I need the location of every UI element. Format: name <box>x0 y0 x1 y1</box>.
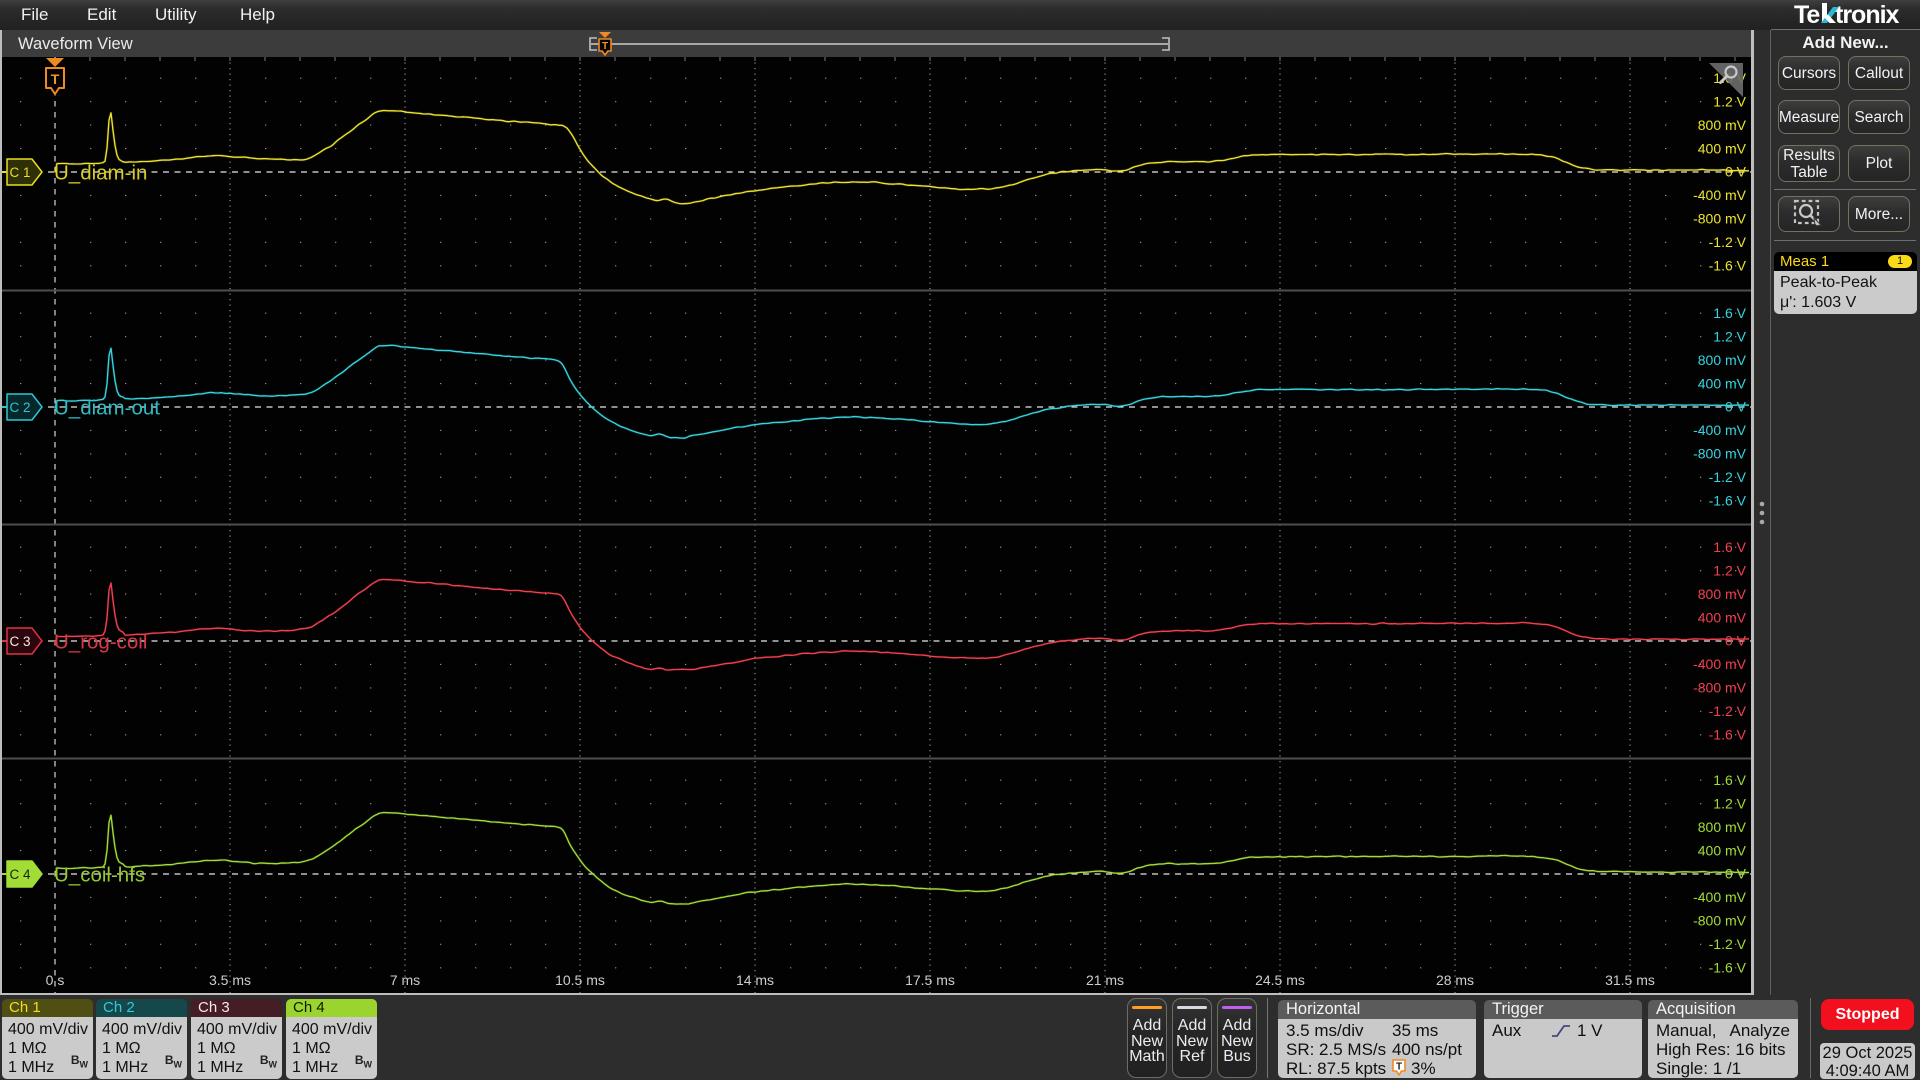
svg-text:-1.2 V: -1.2 V <box>1709 234 1747 250</box>
svg-text:800 mV: 800 mV <box>1698 586 1747 602</box>
svg-text:-800 mV: -800 mV <box>1693 913 1747 929</box>
svg-text:0 s: 0 s <box>46 972 65 988</box>
svg-text:400 mV: 400 mV <box>1698 609 1747 625</box>
svg-text:3.5 ms: 3.5 ms <box>209 972 251 988</box>
svg-text:-1.6 V: -1.6 V <box>1709 960 1747 976</box>
svg-text:1.2 V: 1.2 V <box>1713 562 1746 578</box>
svg-text:7 ms: 7 ms <box>390 972 420 988</box>
svg-text:-1.6 V: -1.6 V <box>1709 727 1747 743</box>
svg-text:-1.2 V: -1.2 V <box>1709 703 1747 719</box>
svg-text:1.6 V: 1.6 V <box>1713 772 1746 788</box>
svg-text:1.6 V: 1.6 V <box>1713 539 1746 555</box>
svg-text:C 1: C 1 <box>9 165 30 180</box>
svg-text:-1.2 V: -1.2 V <box>1709 469 1747 485</box>
svg-text:C 2: C 2 <box>9 400 30 415</box>
svg-text:-800 mV: -800 mV <box>1693 446 1747 462</box>
svg-text:400 mV: 400 mV <box>1698 375 1747 391</box>
svg-text:C 4: C 4 <box>9 867 31 882</box>
svg-text:U_diam-in: U_diam-in <box>54 162 147 185</box>
svg-text:-800 mV: -800 mV <box>1693 680 1747 696</box>
svg-text:0 V: 0 V <box>1725 633 1747 649</box>
svg-text:U_rog-coil: U_rog-coil <box>54 631 147 654</box>
svg-text:14 ms: 14 ms <box>736 972 774 988</box>
svg-text:Te: Te <box>1794 1 1820 29</box>
svg-text:17.5 ms: 17.5 ms <box>905 972 955 988</box>
svg-text:-1.6 V: -1.6 V <box>1709 258 1747 274</box>
svg-text:800 mV: 800 mV <box>1698 117 1747 133</box>
svg-text:-400 mV: -400 mV <box>1693 889 1747 905</box>
svg-text:-800 mV: -800 mV <box>1693 211 1747 227</box>
svg-text:-400 mV: -400 mV <box>1693 656 1747 672</box>
svg-text:800 mV: 800 mV <box>1698 352 1747 368</box>
svg-text:-1.2 V: -1.2 V <box>1709 936 1747 952</box>
svg-text:800 mV: 800 mV <box>1698 819 1747 835</box>
svg-text:U_diam-out: U_diam-out <box>54 397 160 420</box>
svg-text:28 ms: 28 ms <box>1436 972 1474 988</box>
svg-text:T: T <box>51 71 60 87</box>
svg-text:T: T <box>602 41 608 52</box>
svg-text:C 3: C 3 <box>9 634 30 649</box>
svg-text:31.5 ms: 31.5 ms <box>1605 972 1655 988</box>
svg-text:-400 mV: -400 mV <box>1693 422 1747 438</box>
svg-text:400 mV: 400 mV <box>1698 842 1747 858</box>
svg-text:400 mV: 400 mV <box>1698 140 1747 156</box>
svg-text:-400 mV: -400 mV <box>1693 187 1747 203</box>
svg-text:tronix: tronix <box>1835 1 1900 29</box>
svg-text:1.2 V: 1.2 V <box>1713 795 1746 811</box>
svg-text:10.5 ms: 10.5 ms <box>555 972 605 988</box>
svg-text:1.2 V: 1.2 V <box>1713 328 1746 344</box>
svg-text:T: T <box>1396 1062 1402 1073</box>
svg-text:1.2 V: 1.2 V <box>1713 93 1746 109</box>
svg-text:24.5 ms: 24.5 ms <box>1255 972 1305 988</box>
svg-text:-1.6 V: -1.6 V <box>1709 493 1747 509</box>
svg-text:1.6 V: 1.6 V <box>1713 305 1746 321</box>
svg-text:21 ms: 21 ms <box>1086 972 1124 988</box>
svg-text:U_coil-hfs: U_coil-hfs <box>54 864 145 887</box>
